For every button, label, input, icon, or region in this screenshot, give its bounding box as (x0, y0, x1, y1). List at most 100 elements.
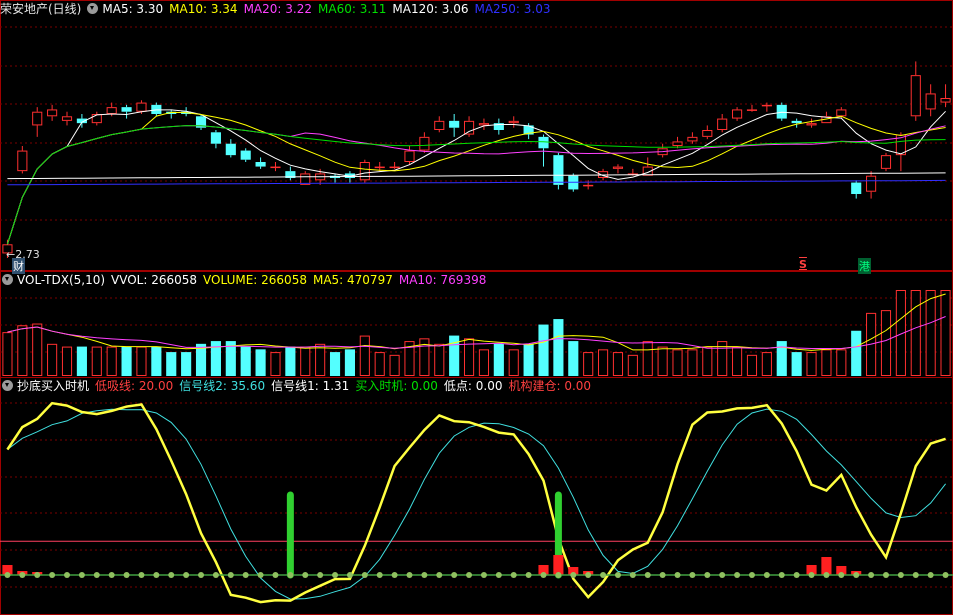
volume-bar-up (836, 349, 847, 376)
volume-bar-up (598, 349, 609, 376)
low-point-dot (376, 572, 383, 578)
ma-label-4: MA120: 3.06 (392, 2, 469, 16)
low-point-dot (242, 572, 249, 578)
low-point-dot (183, 572, 190, 578)
finance-marker[interactable]: 财 (12, 258, 25, 274)
candle-up (359, 162, 370, 181)
volume-bar-up (672, 349, 683, 376)
candle-up (91, 114, 102, 124)
volume-bar-down (568, 341, 579, 376)
main-panel-frame (0, 0, 953, 271)
dropdown-circle-icon[interactable] (2, 274, 13, 285)
low-point-dot (555, 572, 562, 578)
candle-up (925, 93, 936, 110)
low-point-dot (793, 572, 800, 578)
ma10-line (6, 111, 946, 245)
candle-up (136, 102, 147, 112)
low-point-dot (93, 572, 100, 578)
low-point-dot (49, 572, 56, 578)
volume-ma5-line (7, 293, 946, 351)
candle-up (806, 123, 817, 126)
volume-bar-down (553, 319, 564, 376)
low-point-dot (153, 572, 160, 578)
volume-bar-down (538, 324, 549, 376)
ma-label-3: MA60: 3.11 (318, 2, 387, 16)
volume-bar-down (255, 349, 266, 376)
low-point-dot (674, 572, 681, 578)
low-point-dot (332, 572, 339, 578)
volume-bar-up (2, 332, 13, 377)
candle-down (538, 136, 549, 149)
low-point-dot (4, 572, 11, 578)
low-point-dot (346, 572, 353, 578)
vol-label-0: VOL-TDX(5,10) (17, 273, 106, 287)
low-point-dot (689, 572, 696, 578)
volume-bar-up (47, 343, 58, 376)
signal-line-1 (6, 401, 946, 604)
candle-up (32, 111, 43, 126)
volume-bar-down (493, 343, 504, 376)
dropdown-circle-icon[interactable] (2, 380, 13, 391)
candle-up (17, 150, 28, 172)
volume-bar-down (181, 352, 192, 376)
low-point-dot (480, 572, 487, 578)
dropdown-circle-icon[interactable] (87, 3, 99, 14)
candle-up (106, 107, 117, 115)
volume-bar-up (642, 341, 653, 377)
low-point-dot (168, 572, 175, 578)
ind-label-2: 信号线2: 35.60 (179, 379, 266, 393)
s-marker[interactable]: S (799, 258, 807, 271)
main-panel-header: 荣安地产(日线) MA5: 3.30 MA10: 3.34 MA20: 3.22 MA6… (0, 1, 563, 17)
low-point-dot (34, 572, 41, 578)
candle-up (866, 175, 877, 192)
volume-bar-up (300, 346, 311, 377)
candle-up (746, 109, 758, 111)
low-point-dot (748, 572, 755, 578)
kline-chart[interactable] (0, 0, 953, 615)
ma-label-5: MA250: 3.03 (474, 2, 551, 16)
hk-connect-marker[interactable]: 港 (858, 258, 871, 274)
low-point-dot (123, 572, 130, 578)
low-point-dot (853, 572, 860, 578)
candle-up (419, 136, 430, 151)
volume-bar-up (136, 346, 147, 377)
volume-bar-up (925, 290, 936, 376)
low-point-dot (138, 572, 145, 578)
candle-up (583, 184, 594, 187)
candle-up (463, 120, 475, 135)
candle-down (449, 120, 460, 128)
low-point-dot (570, 572, 577, 578)
volume-bar-down (285, 346, 296, 376)
volume-bar-up (478, 349, 490, 376)
low-point-dot (361, 572, 368, 578)
volume-ma10-line (7, 316, 946, 349)
indicator-panel-header: 抄底买入时机 低吸线: 20.00 信号线2: 35.60 信号线1: 1.31 买入时… (0, 378, 603, 394)
volume-bar-up (821, 349, 832, 376)
candle-up (880, 155, 892, 169)
candle-up (702, 130, 713, 137)
candle-up (300, 173, 311, 185)
ind-label-0: 抄底买入时机 (17, 379, 90, 393)
volume-bar-up (17, 325, 28, 377)
candle-up (732, 109, 743, 119)
candle-up (478, 123, 490, 126)
signal-line-2 (7, 408, 946, 600)
volume-bar-up (940, 290, 951, 376)
volume-bar-up (374, 352, 385, 377)
low-point-dot (108, 572, 115, 578)
ind-label-1: 低吸线: 20.00 (95, 379, 174, 393)
candle-up (687, 136, 698, 142)
low-point-dot (823, 572, 830, 578)
volume-bar-up (806, 352, 817, 377)
low-point-dot (600, 572, 607, 578)
low-point-dot (525, 572, 532, 578)
volume-bar-up (761, 352, 772, 377)
candle-down (210, 132, 221, 144)
volume-bar-up (434, 343, 445, 376)
ma5-line (6, 109, 946, 245)
ma-label-1: MA10: 3.34 (169, 2, 238, 16)
candle-up (47, 109, 58, 117)
candle-up (612, 166, 624, 169)
low-point-dot (882, 572, 889, 578)
low-point-dot (451, 572, 458, 578)
